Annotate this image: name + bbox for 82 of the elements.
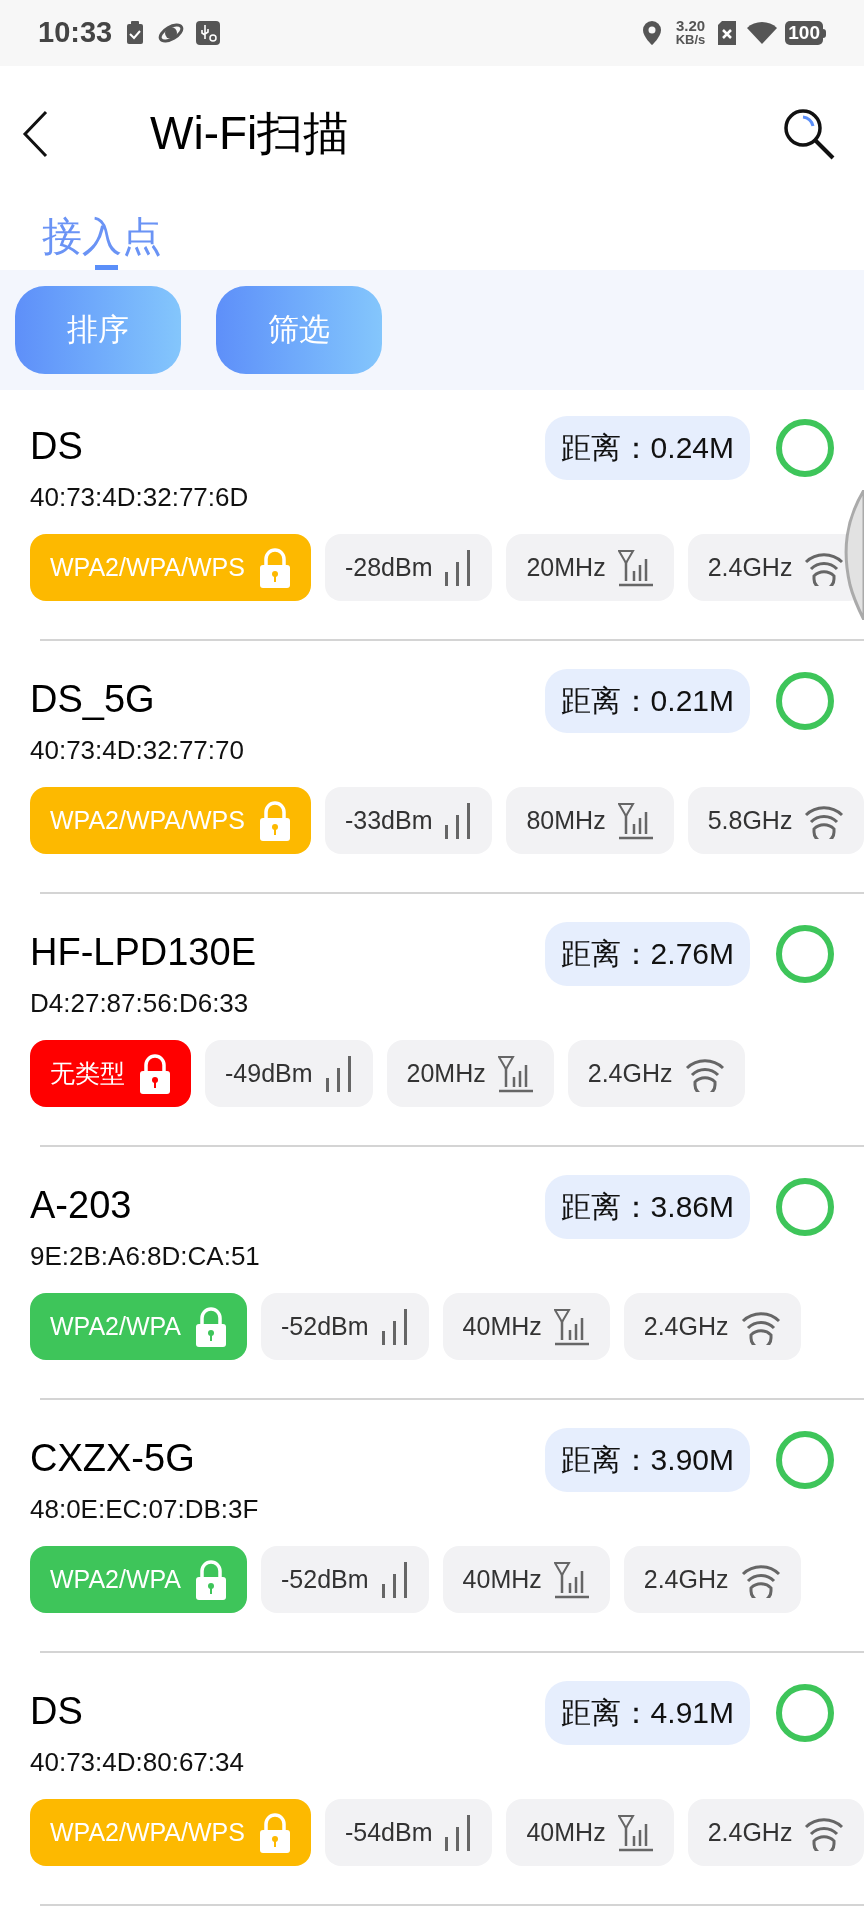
antenna-icon bbox=[617, 1813, 654, 1852]
network-name: DS bbox=[30, 424, 84, 468]
mac-address: 9E:2B:A6:8D:CA:51 bbox=[30, 1240, 260, 1273]
status-time: 10:33 bbox=[38, 15, 113, 51]
location-icon bbox=[641, 20, 662, 46]
wifi-icon bbox=[747, 21, 778, 45]
status-ring-icon bbox=[776, 419, 834, 477]
distance-badge: 距离：3.86M bbox=[544, 1175, 750, 1239]
tab[interactable]: 接入点 bbox=[42, 201, 162, 270]
signal-bars-icon bbox=[444, 549, 473, 586]
chip-text: 2.4GHz bbox=[707, 551, 793, 583]
status-ring-icon bbox=[776, 1431, 834, 1489]
chip-text: 2.4GHz bbox=[707, 1816, 793, 1848]
lock-icon bbox=[195, 1559, 228, 1600]
mac-address: 40:73:4D:80:67:34 bbox=[30, 1746, 244, 1779]
chip-text: 5.8GHz bbox=[707, 804, 793, 836]
security-text: 无类型 bbox=[50, 1057, 125, 1089]
chip-text: -28dBm bbox=[344, 551, 433, 583]
lock-icon bbox=[195, 1306, 228, 1347]
status-ring-icon bbox=[776, 672, 834, 730]
chip-text: 40MHz bbox=[462, 1563, 542, 1595]
signal-bars-icon bbox=[444, 1814, 473, 1851]
chip-text: 80MHz bbox=[526, 804, 606, 836]
mac-address: 40:73:4D:32:77:6D bbox=[30, 481, 249, 514]
signal-bars-icon bbox=[380, 1308, 409, 1345]
chip-text: -49dBm bbox=[225, 1057, 313, 1089]
filter-button[interactable]: 筛选 bbox=[216, 286, 382, 374]
security-text: WPA2/WPA/WPS bbox=[50, 804, 245, 836]
lock-icon bbox=[258, 800, 291, 841]
filter-button[interactable]: 排序 bbox=[15, 286, 181, 374]
planet-icon bbox=[158, 22, 185, 44]
usb-settings-icon bbox=[196, 21, 221, 45]
chip-text: -54dBm bbox=[344, 1816, 433, 1848]
distance-badge: 距离：4.91M bbox=[544, 1681, 750, 1745]
network-speed: 3.20 bbox=[675, 19, 706, 33]
antenna-icon bbox=[553, 1307, 590, 1346]
lock-icon bbox=[139, 1053, 171, 1094]
status-ring-icon bbox=[776, 925, 834, 983]
sim-off-icon bbox=[717, 20, 738, 46]
antenna-icon bbox=[617, 801, 654, 840]
chip-text: 2.4GHz bbox=[643, 1563, 729, 1595]
network-name: DS_5G bbox=[30, 677, 156, 721]
mac-address: 48:0E:EC:07:DB:3F bbox=[30, 1493, 259, 1526]
distance-badge: 距离：0.21M bbox=[544, 669, 750, 733]
chip-text: 2.4GHz bbox=[587, 1057, 673, 1089]
clipboard-icon bbox=[126, 21, 145, 45]
signal-bars-icon bbox=[444, 802, 473, 839]
chip-text: -33dBm bbox=[344, 804, 433, 836]
status-ring-icon bbox=[776, 1684, 834, 1742]
security-text: WPA2/WPA/WPS bbox=[50, 551, 245, 583]
speed-unit: KB/s bbox=[675, 33, 706, 47]
chip-text: 20MHz bbox=[526, 551, 606, 583]
network-name: HF-LPD130E bbox=[30, 930, 256, 974]
page-title: Wi-Fi扫描 bbox=[150, 106, 350, 161]
chip-text: -52dBm bbox=[281, 1310, 369, 1342]
chip-text: 2.4GHz bbox=[643, 1310, 729, 1342]
distance-badge: 距离：3.90M bbox=[544, 1428, 750, 1492]
distance-badge: 距离：0.24M bbox=[544, 416, 750, 480]
security-text: WPA2/WPA bbox=[50, 1310, 182, 1342]
network-name: CXZX-5G bbox=[30, 1436, 196, 1480]
network-name: A-203 bbox=[30, 1183, 133, 1227]
mac-address: D4:27:87:56:D6:33 bbox=[30, 987, 250, 1020]
status-ring-icon bbox=[776, 1178, 834, 1236]
antenna-icon bbox=[553, 1560, 590, 1599]
chip-text: 40MHz bbox=[462, 1310, 542, 1342]
chip-text: -52dBm bbox=[281, 1563, 369, 1595]
search-icon[interactable] bbox=[782, 106, 836, 161]
antenna-icon bbox=[617, 548, 654, 587]
lock-icon bbox=[258, 547, 291, 588]
distance-badge: 距离：2.76M bbox=[544, 922, 750, 986]
antenna-icon bbox=[497, 1054, 534, 1093]
chip-text: 40MHz bbox=[526, 1816, 606, 1848]
signal-bars-icon bbox=[380, 1561, 409, 1598]
lock-icon bbox=[258, 1812, 291, 1853]
network-name: DS bbox=[30, 1689, 84, 1733]
chip-text: 20MHz bbox=[406, 1057, 486, 1089]
security-text: WPA2/WPA/WPS bbox=[50, 1816, 245, 1848]
back-icon bbox=[22, 109, 48, 158]
signal-bars-icon bbox=[324, 1055, 353, 1092]
battery-indicator: 100 bbox=[785, 21, 826, 45]
mac-address: 40:73:4D:32:77:70 bbox=[30, 734, 244, 767]
security-text: WPA2/WPA bbox=[50, 1563, 182, 1595]
